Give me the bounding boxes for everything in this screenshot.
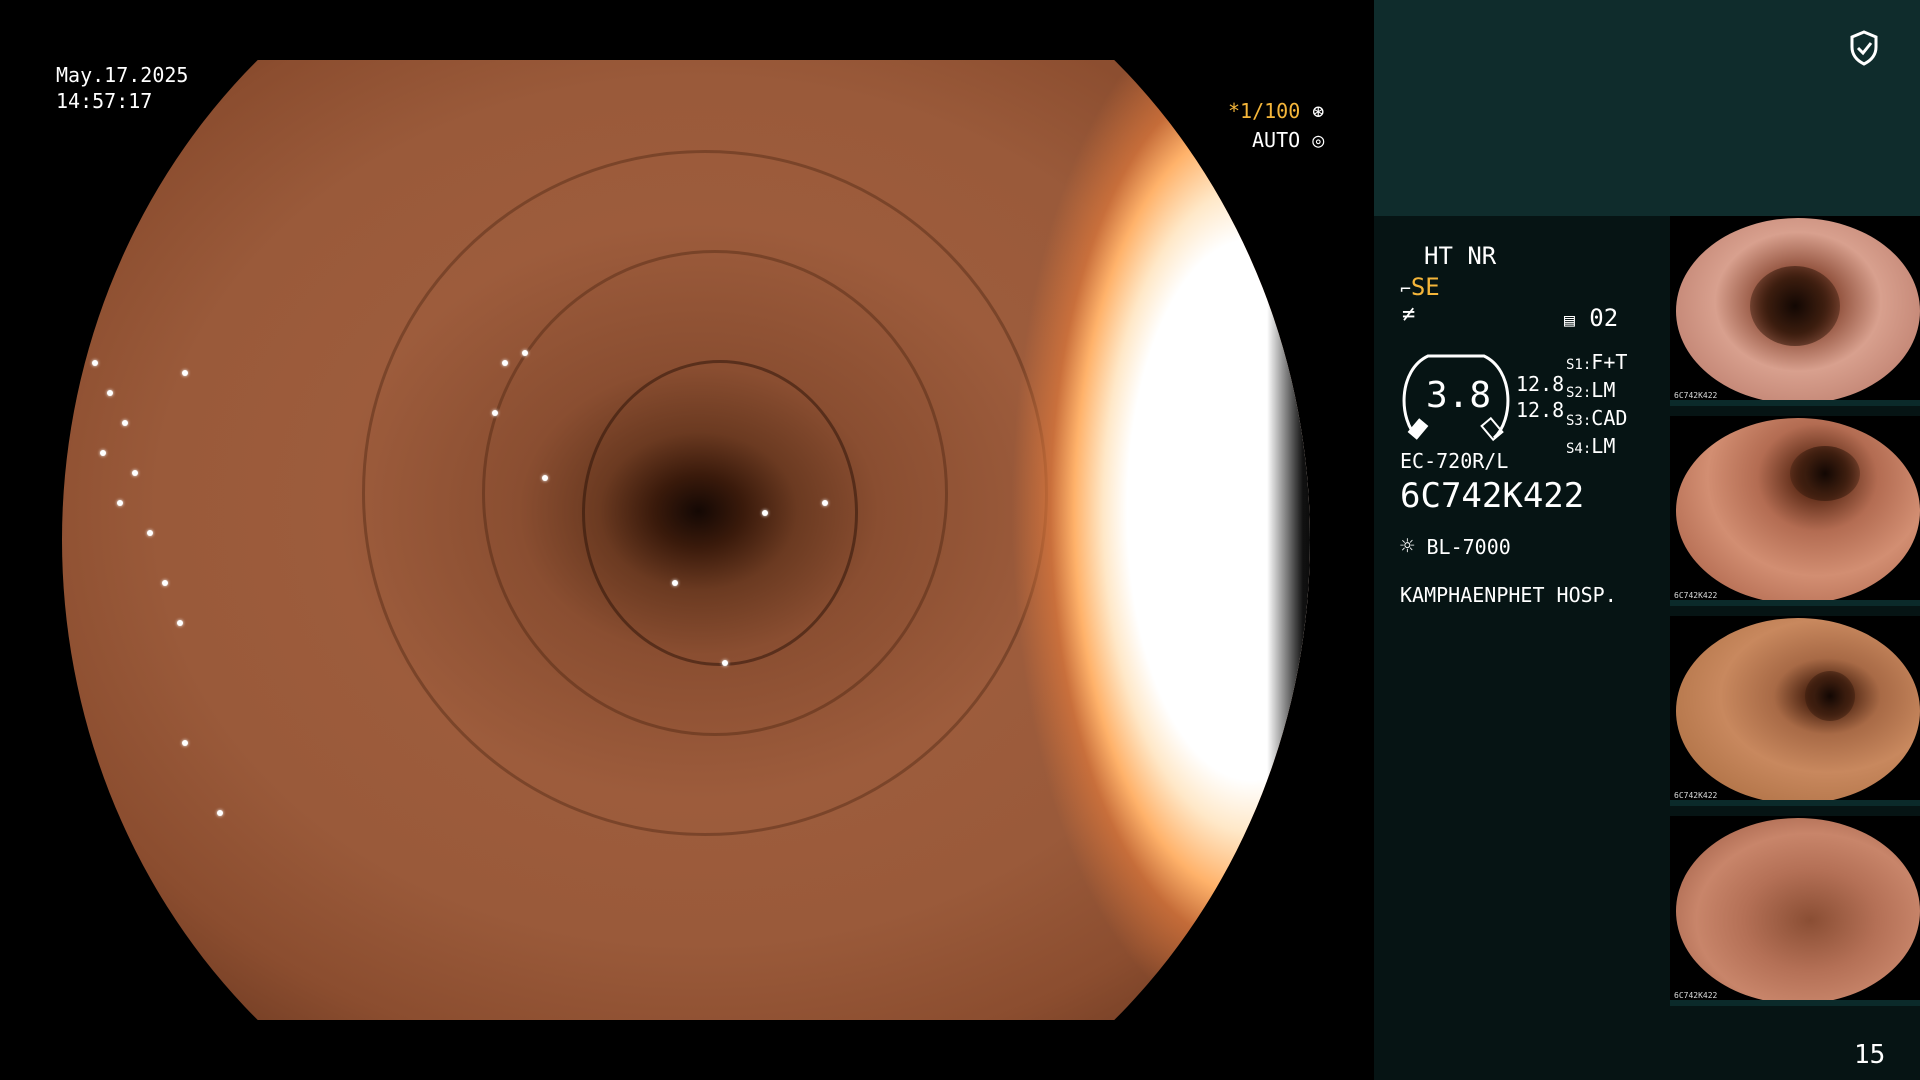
highlight — [522, 350, 528, 356]
page-number: 15 — [1854, 1040, 1886, 1070]
switch-s1: S1:F+T — [1566, 350, 1628, 374]
highlight — [672, 580, 678, 586]
iris-value: AUTO — [1252, 128, 1301, 152]
highlight — [122, 420, 128, 426]
capture-thumbnail-3[interactable]: 6C742K422 — [1670, 616, 1920, 806]
highlight — [132, 470, 138, 476]
highlight — [117, 500, 123, 506]
switch-s3-label: S3 — [1566, 413, 1583, 429]
switch-s1-value: F+T — [1591, 350, 1628, 374]
structure-icon: ⌐ — [1400, 279, 1411, 300]
capture-thumbnail-2[interactable]: 6C742K422 — [1670, 416, 1920, 606]
time-label: 14:57:17 — [56, 89, 153, 113]
highlight — [107, 390, 113, 396]
capture-thumbnail-4[interactable]: 6C742K422 — [1670, 816, 1920, 1006]
mode-label: SE — [1410, 273, 1440, 301]
switch-s1-label: S1 — [1566, 357, 1583, 373]
highlight — [217, 810, 223, 816]
switch-s2-value: LM — [1591, 378, 1616, 402]
iris-icon: ◎ — [1312, 128, 1325, 152]
scope-value: 3.8 — [1426, 375, 1492, 416]
scope-model: EC-720R/L — [1400, 449, 1509, 473]
aperture-icon: ⊛ — [1312, 99, 1325, 123]
switch-s3-value: CAD — [1591, 406, 1628, 430]
mode-row: ⌐SE — [1400, 273, 1440, 301]
scope-serial: 6C742K422 — [1400, 476, 1585, 516]
highlight — [502, 360, 508, 366]
highlight — [100, 450, 106, 456]
switch-s4-value: LM — [1591, 434, 1616, 458]
thumbnail-serial: 6C742K422 — [1674, 591, 1718, 600]
light-source-label: BL-7000 — [1426, 535, 1511, 559]
switch-s2: S2:LM — [1566, 378, 1616, 402]
preset-row: ▤ 02 — [1564, 304, 1618, 332]
panel-header — [1374, 0, 1920, 216]
thumbnail-serial: 6C742K422 — [1674, 791, 1718, 800]
preset-value: 02 — [1589, 304, 1619, 332]
highlight — [182, 370, 188, 376]
color-enhance-icon: ≠ — [1402, 302, 1416, 327]
endoscope-live-view — [62, 60, 1310, 1020]
date-label: May.17.2025 — [56, 63, 189, 87]
switch-list: S1:F+T S2:LM S3:CAD S4:LM — [1566, 350, 1627, 462]
switch-s2-label: S2 — [1566, 385, 1583, 401]
iris-indicator: AUTO ◎ — [1252, 128, 1324, 153]
highlight — [822, 500, 828, 506]
capture-thumbnail-1[interactable]: 6C742K422 — [1670, 216, 1920, 406]
highlight — [147, 530, 153, 536]
switch-s3: S3:CAD — [1566, 406, 1628, 430]
highlight — [722, 660, 728, 666]
value-top: 12.8 — [1516, 372, 1565, 396]
sun-icon: ☼ — [1400, 532, 1415, 560]
light-reflection — [962, 60, 1310, 1020]
shutter-value: *1/100 — [1228, 99, 1301, 123]
preset-icon: ▤ — [1564, 310, 1575, 331]
ht-nr-label: HT NR — [1424, 242, 1497, 270]
thumbnail-serial: 6C742K422 — [1674, 991, 1718, 1000]
highlight — [92, 360, 98, 366]
scope-edge — [1267, 120, 1310, 1020]
mucosal-fold — [582, 360, 858, 666]
shutter-indicator: *1/100 ⊛ — [1228, 99, 1324, 124]
thumbnail-serial: 6C742K422 — [1674, 391, 1718, 400]
highlight — [492, 410, 498, 416]
switch-s4: S4:LM — [1566, 434, 1616, 458]
highlight — [182, 740, 188, 746]
light-source-row: ☼ BL-7000 — [1400, 532, 1511, 560]
highlight — [177, 620, 183, 626]
value-bottom: 12.8 — [1516, 398, 1565, 422]
hospital-name: KAMPHAENPHET HOSP. — [1400, 583, 1617, 607]
highlight — [762, 510, 768, 516]
shield-check-icon — [1850, 30, 1878, 66]
highlight — [162, 580, 168, 586]
switch-s4-label: S4 — [1566, 441, 1583, 457]
highlight — [542, 475, 548, 481]
